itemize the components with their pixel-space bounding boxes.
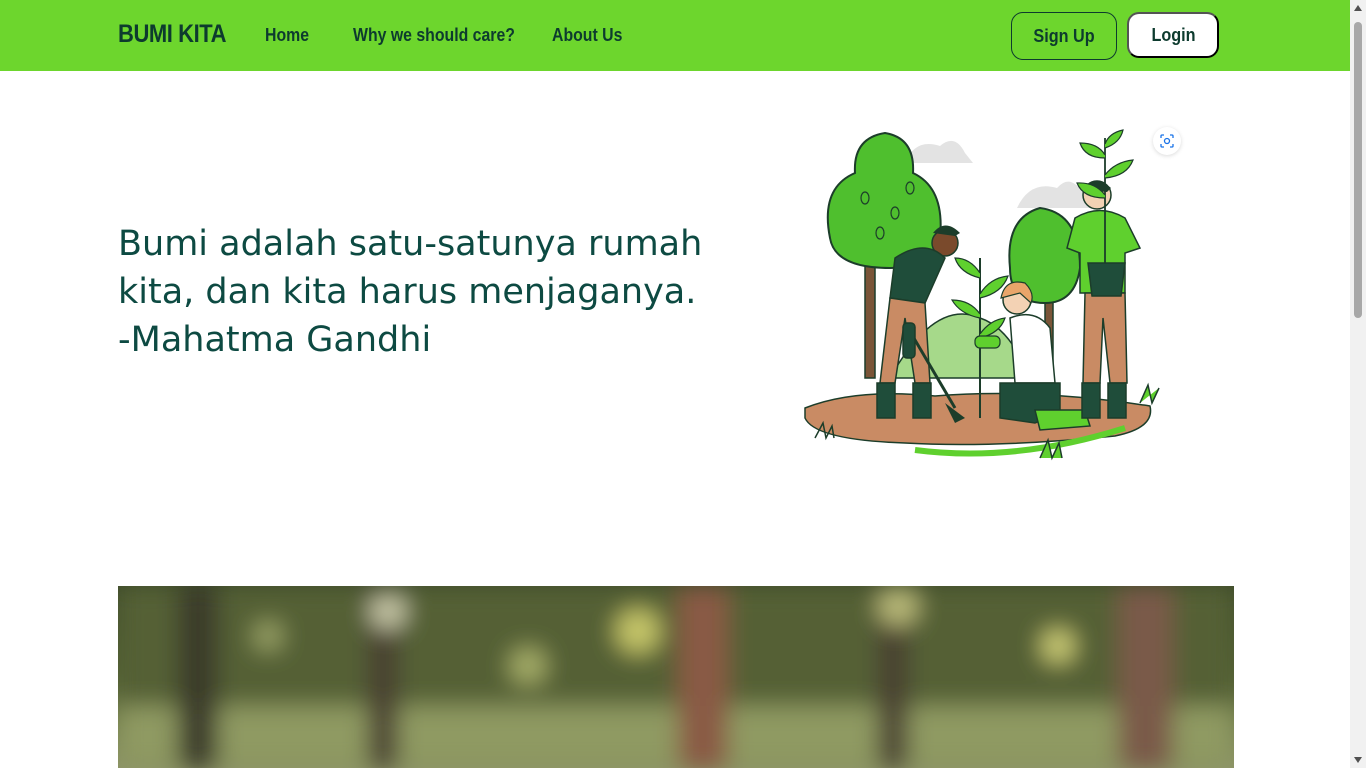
quote-author: -Mahatma Gandhi [118, 320, 432, 360]
nav-link-why-care[interactable]: Why we should care? [353, 25, 515, 46]
scroll-down-button[interactable] [1350, 752, 1366, 768]
tree-planting-illustration [804, 129, 1160, 461]
scrollbar-thumb[interactable] [1354, 22, 1362, 318]
login-button-label: Login [1150, 24, 1196, 45]
blurred-forest-image [118, 586, 1234, 768]
signup-button-label: Sign Up [1033, 25, 1095, 46]
arrow-up-icon [1354, 5, 1362, 11]
nav-link-about-us[interactable]: About Us [552, 25, 622, 46]
image-search-lens-icon [1160, 134, 1174, 148]
navbar: BUMI KITA Home Why we should care? About… [0, 0, 1350, 71]
arrow-down-icon [1354, 757, 1362, 763]
forest-photo-banner [118, 586, 1234, 768]
hero-quote: Bumi adalah satu-satunya rumah kita, dan… [118, 220, 758, 364]
signup-button[interactable]: Sign Up [1011, 12, 1117, 60]
scroll-up-button[interactable] [1350, 0, 1366, 16]
vertical-scrollbar[interactable] [1350, 0, 1366, 768]
nav-link-home[interactable]: Home [265, 25, 309, 46]
login-button[interactable]: Login [1127, 12, 1219, 58]
brand-logo[interactable]: BUMI KITA [118, 20, 227, 49]
quote-line: Bumi adalah satu-satunya rumah [118, 224, 703, 264]
image-search-lens-button[interactable] [1153, 127, 1181, 155]
quote-line: kita, dan kita harus menjaganya. [118, 272, 697, 312]
